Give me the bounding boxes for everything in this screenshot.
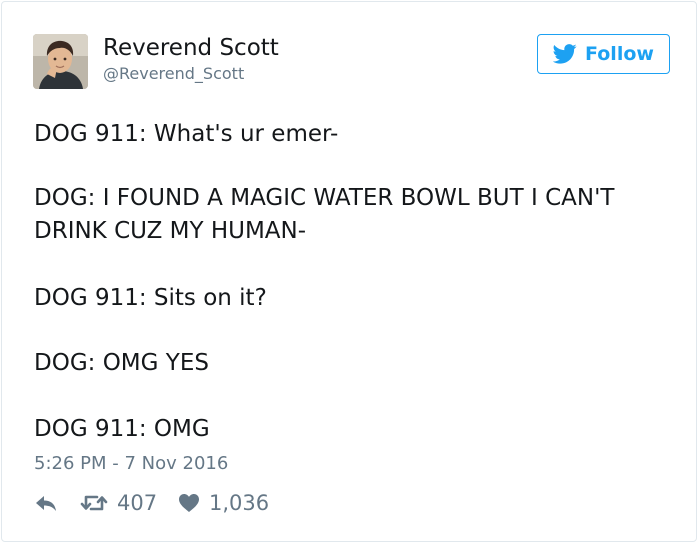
follow-button-label: Follow (585, 43, 654, 65)
retweet-icon (80, 495, 108, 511)
like-button[interactable]: 1,036 (178, 488, 269, 518)
retweet-button[interactable]: 407 (80, 488, 157, 518)
reply-icon (36, 496, 56, 511)
avatar[interactable] (33, 34, 88, 89)
follow-button[interactable]: Follow (537, 34, 670, 74)
tweet-card: Reverend Scott @Reverend_Scott Follow DO… (1, 1, 697, 542)
reply-button[interactable] (34, 488, 58, 518)
author-display-name[interactable]: Reverend Scott (103, 34, 279, 62)
heart-icon (179, 494, 199, 512)
tweet-timestamp[interactable]: 5:26 PM - 7 Nov 2016 (34, 451, 228, 477)
twitter-bird-icon (553, 44, 577, 64)
tweet-text-line: DRINK CUZ MY HUMAN- (34, 218, 307, 244)
tweet-text-line: DOG: I FOUND A MAGIC WATER BOWL BUT I CA… (34, 185, 615, 211)
like-count: 1,036 (209, 491, 270, 515)
tweet-text-line: DOG 911: OMG (34, 416, 210, 442)
retweet-count: 407 (117, 491, 158, 515)
avatar-image (33, 34, 88, 89)
tweet-text-line: DOG: OMG YES (34, 350, 209, 376)
author-handle[interactable]: @Reverend_Scott (103, 64, 244, 84)
tweet-text-line: DOG 911: What's ur emer- (34, 121, 339, 147)
tweet-text-line: DOG 911: Sits on it? (34, 285, 267, 311)
